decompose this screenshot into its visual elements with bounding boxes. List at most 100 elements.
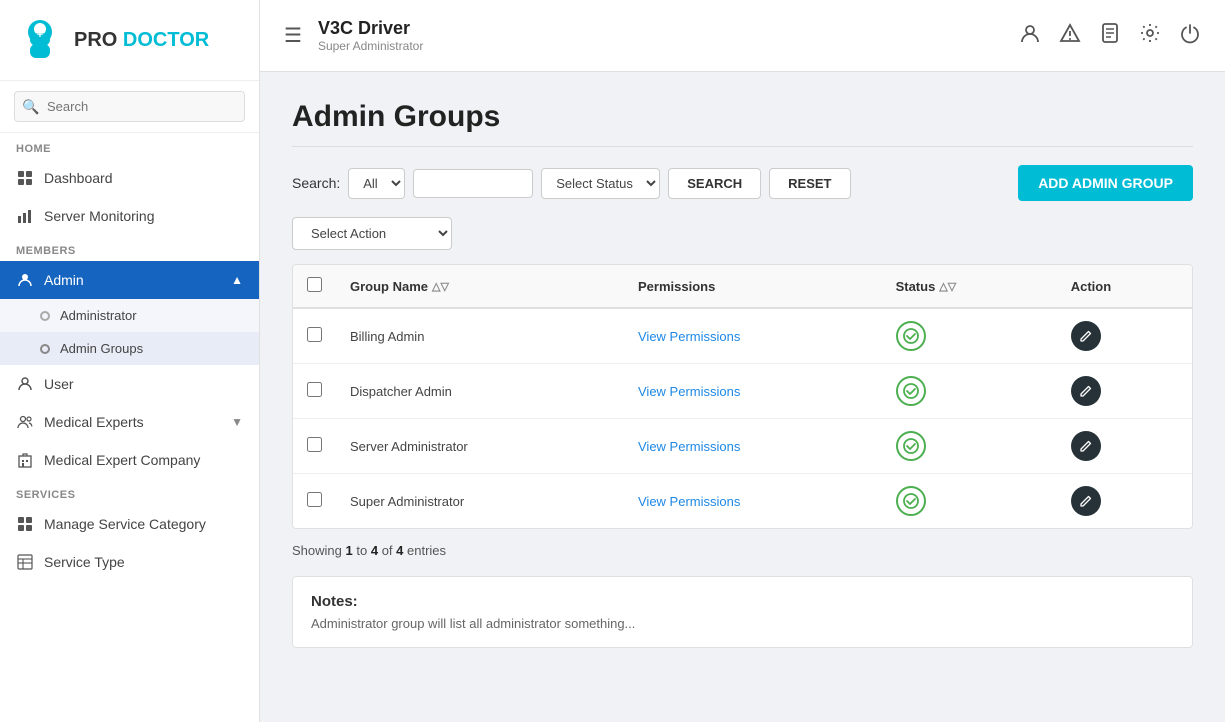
search-filter-select[interactable]: All — [348, 168, 405, 199]
status-active-icon — [896, 376, 926, 406]
person-icon — [16, 271, 34, 289]
sidebar-item-service-type-label: Service Type — [44, 554, 125, 570]
logo-doctor: DOCTOR — [123, 29, 209, 51]
select-all-checkbox[interactable] — [307, 277, 322, 292]
row-permissions: View Permissions — [624, 308, 882, 364]
logo: + PRO DOCTOR — [0, 0, 259, 81]
settings-icon[interactable] — [1139, 22, 1161, 50]
sidebar-item-dashboard[interactable]: Dashboard — [0, 159, 259, 197]
row-action — [1057, 364, 1192, 419]
topbar-subtitle: Super Administrator — [318, 39, 1007, 53]
action-header-label: Action — [1071, 279, 1111, 294]
bar-chart-icon — [16, 207, 34, 225]
file-text-icon[interactable] — [1099, 22, 1121, 50]
group-name-header-label: Group Name — [350, 279, 428, 294]
sidebar-item-server-monitoring[interactable]: Server Monitoring — [0, 197, 259, 235]
hamburger-icon[interactable]: ☰ — [284, 23, 302, 48]
header-checkbox-cell — [293, 265, 336, 308]
row-action — [1057, 474, 1192, 529]
sidebar-item-medical-expert-company[interactable]: Medical Expert Company — [0, 441, 259, 479]
sidebar-item-service-type[interactable]: Service Type — [0, 543, 259, 581]
table-row: Dispatcher Admin View Permissions — [293, 364, 1192, 419]
sort-icon-status[interactable]: △▽ — [939, 280, 956, 293]
section-services-label: SERVICES — [0, 479, 259, 505]
row-status — [882, 364, 1057, 419]
edit-button[interactable] — [1071, 376, 1101, 406]
sidebar-search-icon: 🔍 — [22, 98, 39, 115]
view-permissions-link[interactable]: View Permissions — [638, 494, 740, 509]
sidebar-search-input[interactable] — [14, 91, 245, 122]
pagination-to-label: to — [356, 543, 370, 558]
notes-text: Administrator group will list all admini… — [311, 616, 1174, 631]
alert-triangle-icon[interactable] — [1059, 22, 1081, 50]
row-status — [882, 308, 1057, 364]
add-admin-group-button[interactable]: ADD ADMIN GROUP — [1018, 165, 1193, 201]
topbar-title: V3C Driver Super Administrator — [318, 18, 1007, 53]
pagination-of-label: of — [382, 543, 396, 558]
grid2-icon — [16, 515, 34, 533]
row-action — [1057, 419, 1192, 474]
admin-groups-table: Group Name △▽ Permissions Status △▽ — [292, 264, 1193, 529]
sidebar-item-manage-service-category[interactable]: Manage Service Category — [0, 505, 259, 543]
sidebar-item-medical-experts-label: Medical Experts — [44, 414, 144, 430]
row-action — [1057, 308, 1192, 364]
power-icon[interactable] — [1179, 22, 1201, 50]
building-icon — [16, 451, 34, 469]
row-checkbox[interactable] — [307, 382, 322, 397]
chevron-down-icon: ▼ — [231, 415, 243, 429]
edit-button[interactable] — [1071, 431, 1101, 461]
row-group-name: Server Administrator — [336, 419, 624, 474]
sidebar: + PRO DOCTOR 🔍 HOME Dashboard Server Mon… — [0, 0, 260, 722]
edit-button[interactable] — [1071, 486, 1101, 516]
status-active-icon — [896, 321, 926, 351]
row-checkbox[interactable] — [307, 327, 322, 342]
edit-button[interactable] — [1071, 321, 1101, 351]
action-bar: Select Action Delete Activate Deactivate — [292, 217, 1193, 250]
reset-button[interactable]: RESET — [769, 168, 850, 199]
table-row: Billing Admin View Permissions — [293, 308, 1192, 364]
chevron-up-icon: ▲ — [231, 273, 243, 287]
header-action: Action — [1057, 265, 1192, 308]
view-permissions-link[interactable]: View Permissions — [638, 439, 740, 454]
status-active-icon — [896, 431, 926, 461]
header-permissions: Permissions — [624, 265, 882, 308]
page-title: Admin Groups — [292, 100, 1193, 147]
view-permissions-link[interactable]: View Permissions — [638, 329, 740, 344]
view-permissions-link[interactable]: View Permissions — [638, 384, 740, 399]
grid-icon — [16, 169, 34, 187]
logo-pro: PRO — [74, 29, 117, 51]
row-checkbox[interactable] — [307, 437, 322, 452]
pagination-to: 4 — [371, 543, 378, 558]
sidebar-subitem-administrator-label: Administrator — [60, 308, 137, 323]
sidebar-subitem-admin-groups[interactable]: Admin Groups — [0, 332, 259, 365]
search-text-input[interactable] — [413, 169, 533, 198]
action-select[interactable]: Select Action Delete Activate Deactivate — [292, 217, 452, 250]
sidebar-item-medical-experts[interactable]: Medical Experts ▼ — [0, 403, 259, 441]
header-group-name: Group Name △▽ — [336, 265, 624, 308]
row-checkbox[interactable] — [307, 492, 322, 507]
header-status: Status △▽ — [882, 265, 1057, 308]
row-group-name: Billing Admin — [336, 308, 624, 364]
search-button[interactable]: SEARCH — [668, 168, 761, 199]
user-profile-icon[interactable] — [1019, 22, 1041, 50]
row-permissions: View Permissions — [624, 474, 882, 529]
search-label: Search: — [292, 175, 340, 191]
svg-text:+: + — [37, 29, 43, 41]
sidebar-subitem-administrator[interactable]: Administrator — [0, 299, 259, 332]
status-select[interactable]: Select Status Active Inactive — [541, 168, 660, 199]
section-home-label: HOME — [0, 133, 259, 159]
dot-icon — [40, 311, 50, 321]
logo-icon: + — [16, 16, 64, 64]
topbar-icons — [1019, 22, 1201, 50]
content-area: Admin Groups Search: All Select Status A… — [260, 72, 1225, 722]
sidebar-item-admin[interactable]: Admin ▲ — [0, 261, 259, 299]
row-status — [882, 419, 1057, 474]
topbar: ☰ V3C Driver Super Administrator — [260, 0, 1225, 72]
row-permissions: View Permissions — [624, 364, 882, 419]
sidebar-item-user[interactable]: User — [0, 365, 259, 403]
status-active-icon — [896, 486, 926, 516]
table-header-row: Group Name △▽ Permissions Status △▽ — [293, 265, 1192, 308]
topbar-main-title: V3C Driver — [318, 18, 1007, 39]
sort-icon-group-name[interactable]: △▽ — [432, 280, 449, 293]
sidebar-item-medical-expert-company-label: Medical Expert Company — [44, 452, 200, 468]
